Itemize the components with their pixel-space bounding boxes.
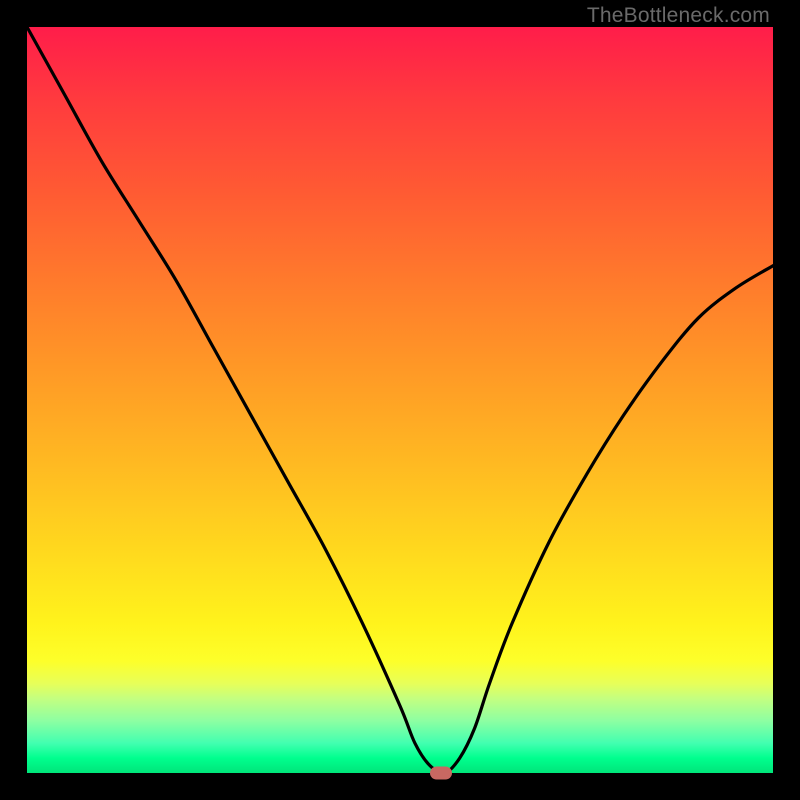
chart-plot-area [27,27,773,773]
optimal-point-marker [430,767,452,780]
chart-frame: TheBottleneck.com [0,0,800,800]
watermark-text: TheBottleneck.com [587,4,770,28]
